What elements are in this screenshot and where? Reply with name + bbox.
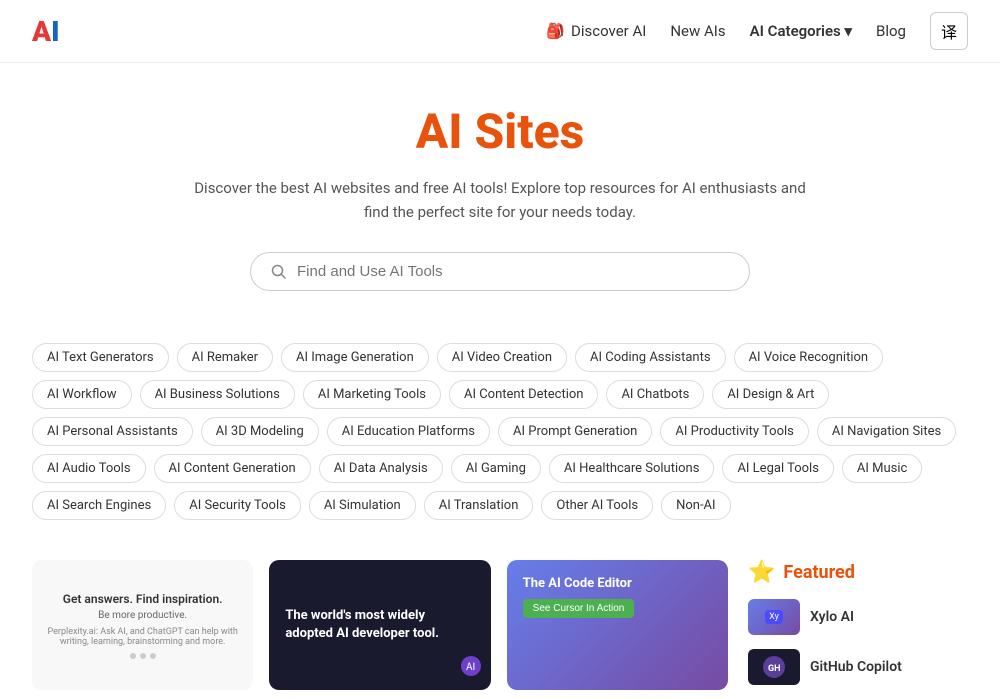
card3-title: The AI Code Editor	[523, 576, 712, 591]
nav-discover[interactable]: 🎒 Discover AI	[546, 22, 646, 40]
cards-section: Get answers. Find inspiration. Be more p…	[0, 544, 1000, 699]
card3-cta-button[interactable]: See Cursor In Action	[523, 599, 635, 618]
card-cursor[interactable]: The AI Code Editor See Cursor In Action	[507, 560, 728, 690]
github-logo-icon: AI	[461, 656, 481, 676]
card1-dots	[130, 653, 156, 659]
hero-section: AI Sites Discover the best AI websites a…	[0, 63, 1000, 343]
tag-ai-data-analysis[interactable]: AI Data Analysis	[319, 454, 443, 483]
tag-ai-content-generation[interactable]: AI Content Generation	[154, 454, 311, 483]
svg-text:GH: GH	[768, 664, 781, 674]
featured-title: ⭐ Featured	[748, 560, 968, 585]
featured-section: ⭐ Featured Xy Xylo AI GH GitHub Copilot	[748, 560, 968, 699]
nav-discover-label: Discover AI	[571, 22, 646, 40]
tag-ai-3d-modeling[interactable]: AI 3D Modeling	[201, 417, 319, 446]
tag-ai-prompt-generation[interactable]: AI Prompt Generation	[498, 417, 652, 446]
tag-non-ai[interactable]: Non-AI	[661, 491, 730, 520]
card-github-dark[interactable]: The world's most widely adopted AI devel…	[269, 560, 490, 690]
xylo-name: Xylo AI	[810, 609, 854, 625]
header: AI 🎒 Discover AI New AIs AI Categories ▾…	[0, 0, 1000, 63]
tag-ai-navigation-sites[interactable]: AI Navigation Sites	[817, 417, 956, 446]
card2-text: The world's most widely adopted AI devel…	[285, 607, 474, 643]
featured-title-text: Featured	[783, 562, 855, 583]
github-icon: GH	[762, 655, 786, 679]
tag-ai-design--art[interactable]: AI Design & Art	[712, 380, 829, 409]
tag-ai-coding-assistants[interactable]: AI Coding Assistants	[575, 343, 726, 372]
card-perplexity[interactable]: Get answers. Find inspiration. Be more p…	[32, 560, 253, 690]
hero-subtitle: Discover the best AI websites and free A…	[190, 176, 810, 224]
nav-new-ais-label: New AIs	[670, 22, 725, 40]
tag-ai-remaker[interactable]: AI Remaker	[177, 343, 273, 372]
nav-ai-categories-label: AI Categories ▾	[750, 22, 852, 40]
github-thumbnail: GH	[748, 649, 800, 685]
tag-ai-audio-tools[interactable]: AI Audio Tools	[32, 454, 146, 483]
tag-ai-text-generators[interactable]: AI Text Generators	[32, 343, 169, 372]
tag-ai-workflow[interactable]: AI Workflow	[32, 380, 132, 409]
tag-ai-music[interactable]: AI Music	[842, 454, 922, 483]
tags-section: AI Text Generators AI Remaker AI Image Gen…	[0, 343, 1000, 544]
dot2	[140, 653, 146, 659]
xylo-thumbnail: Xy	[748, 599, 800, 635]
tag-ai-gaming[interactable]: AI Gaming	[451, 454, 541, 483]
tag-ai-simulation[interactable]: AI Simulation	[309, 491, 416, 520]
svg-text:AI: AI	[466, 662, 475, 673]
tag-ai-healthcare-solutions[interactable]: AI Healthcare Solutions	[549, 454, 715, 483]
briefcase-icon: 🎒	[546, 22, 565, 40]
cards-grid: Get answers. Find inspiration. Be more p…	[32, 560, 728, 699]
search-icon	[271, 264, 287, 280]
nav-ai-categories[interactable]: AI Categories ▾	[750, 22, 852, 40]
tag-other-ai-tools[interactable]: Other AI Tools	[541, 491, 653, 520]
nav-blog[interactable]: Blog	[876, 22, 906, 40]
card1-title: Get answers. Find inspiration.	[63, 592, 223, 606]
logo[interactable]: AI	[32, 15, 60, 48]
search-container	[32, 252, 968, 291]
tag-ai-translation[interactable]: AI Translation	[424, 491, 534, 520]
tag-ai-voice-recognition[interactable]: AI Voice Recognition	[734, 343, 884, 372]
tag-ai-video-creation[interactable]: AI Video Creation	[437, 343, 567, 372]
card3-btn-label: See Cursor In Action	[533, 603, 625, 614]
nav-blog-label: Blog	[876, 22, 906, 40]
tag-ai-productivity-tools[interactable]: AI Productivity Tools	[660, 417, 809, 446]
search-bar	[250, 252, 750, 291]
github-name: GitHub Copilot	[810, 659, 902, 675]
tag-ai-education-platforms[interactable]: AI Education Platforms	[327, 417, 490, 446]
search-input[interactable]	[297, 263, 729, 280]
tag-ai-personal-assistants[interactable]: AI Personal Assistants	[32, 417, 193, 446]
tag-ai-business-solutions[interactable]: AI Business Solutions	[140, 380, 295, 409]
tag-ai-marketing-tools[interactable]: AI Marketing Tools	[303, 380, 441, 409]
tag-ai-chatbots[interactable]: AI Chatbots	[606, 380, 704, 409]
featured-item-xylo[interactable]: Xy Xylo AI	[748, 599, 968, 635]
card1-tagline: Perplexity.ai: Ask AI, and ChatGPT can h…	[48, 627, 238, 647]
tag-ai-legal-tools[interactable]: AI Legal Tools	[722, 454, 833, 483]
translate-icon: 译	[941, 25, 957, 42]
featured-item-github[interactable]: GH GitHub Copilot	[748, 649, 968, 685]
dot1	[130, 653, 136, 659]
dot3	[150, 653, 156, 659]
tag-ai-image-generation[interactable]: AI Image Generation	[281, 343, 429, 372]
main-nav: 🎒 Discover AI New AIs AI Categories ▾ Bl…	[546, 12, 968, 50]
logo-a: A	[32, 15, 51, 48]
tag-ai-content-detection[interactable]: AI Content Detection	[449, 380, 598, 409]
translate-button[interactable]: 译	[930, 12, 968, 50]
featured-star-icon: ⭐	[748, 560, 775, 585]
tag-ai-security-tools[interactable]: AI Security Tools	[174, 491, 301, 520]
tag-ai-search-engines[interactable]: AI Search Engines	[32, 491, 166, 520]
logo-i: I	[51, 15, 59, 48]
nav-new-ais[interactable]: New AIs	[670, 22, 725, 40]
hero-title: AI Sites	[32, 103, 968, 160]
